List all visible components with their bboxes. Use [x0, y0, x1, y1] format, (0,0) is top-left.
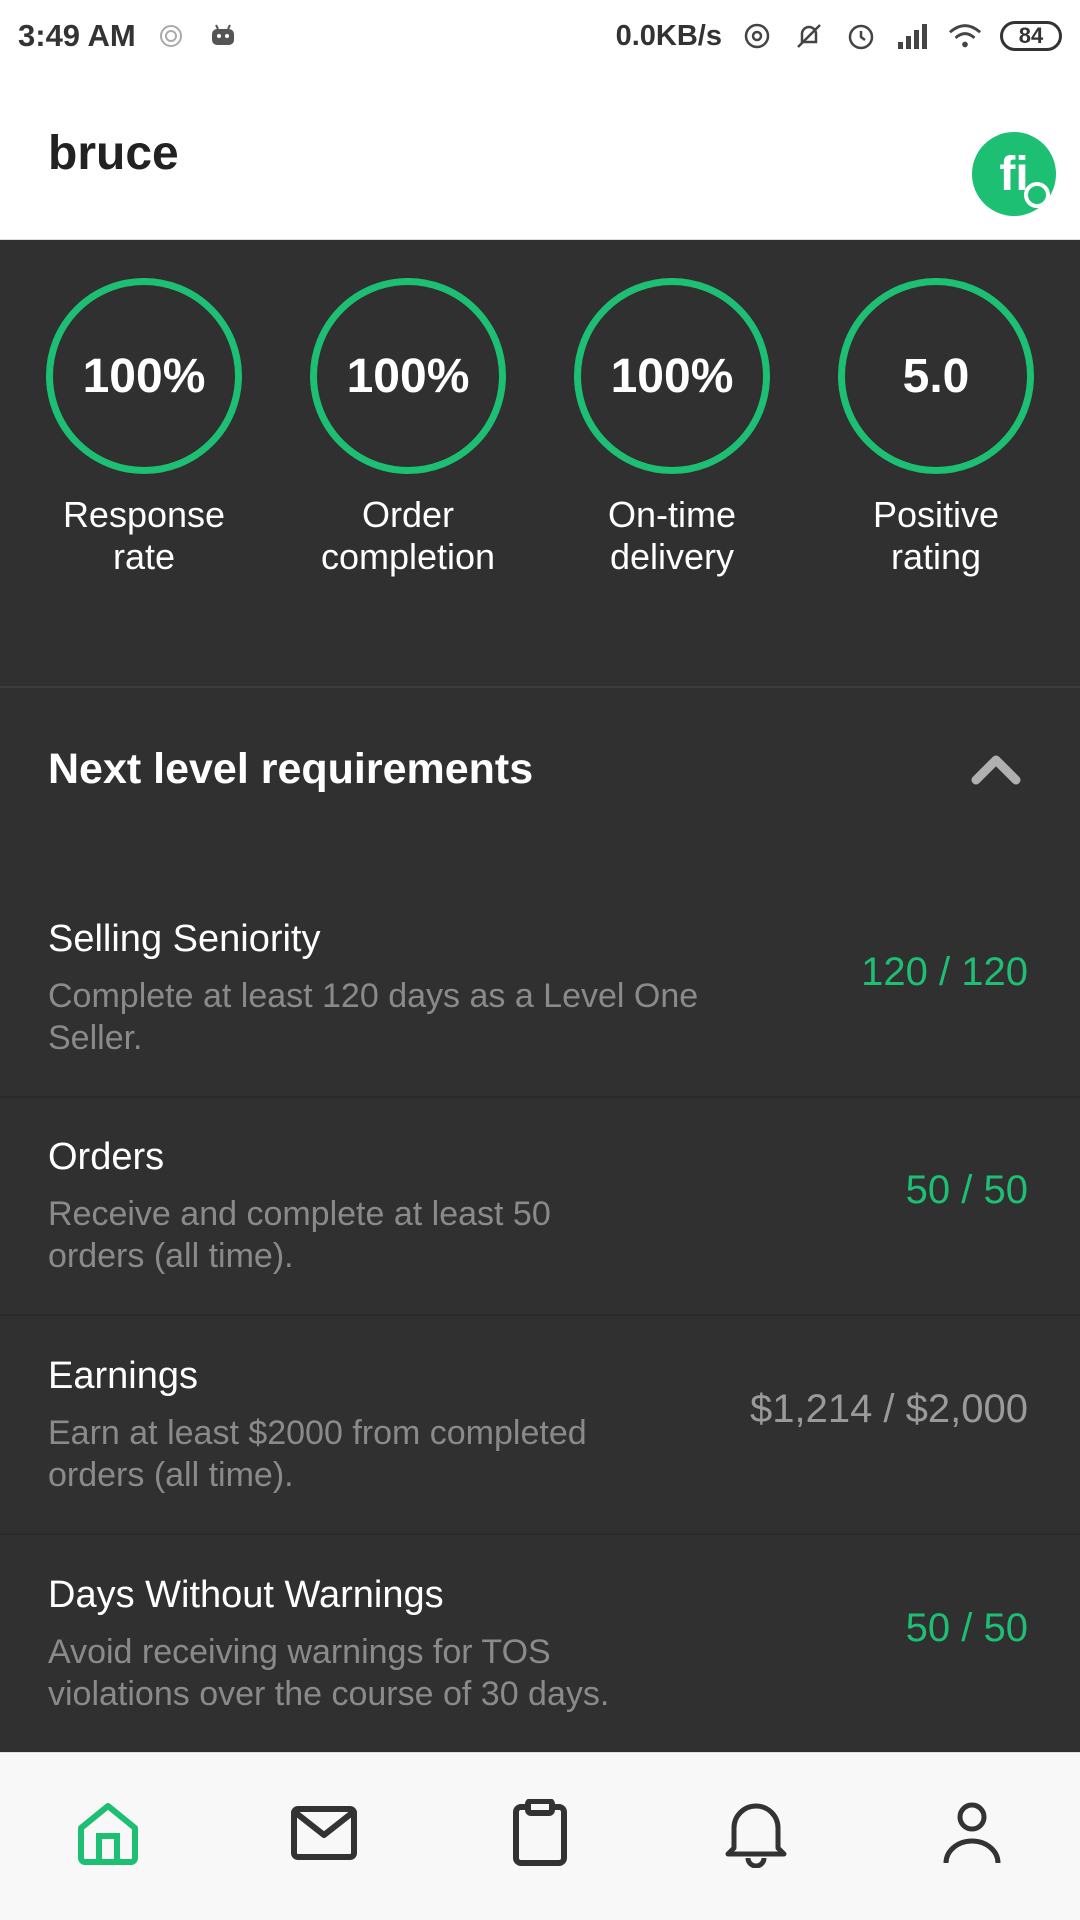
- requirement-days-without-warnings: Days Without Warnings Avoid receiving wa…: [0, 1536, 1080, 1754]
- profile-icon: [942, 1801, 1002, 1870]
- stat-on-time-delivery: 100% On-time delivery: [562, 278, 782, 578]
- requirement-description-line: Earn at least $2000 from completed: [48, 1414, 587, 1452]
- requirement-title: Orders: [48, 1136, 165, 1178]
- stat-label-line: delivery: [609, 536, 735, 577]
- stat-label-line: Positive: [872, 494, 1000, 535]
- alarm-icon: [844, 19, 878, 53]
- inbox-icon: [290, 1805, 358, 1866]
- requirement-description: Receive and complete at least 50 orders …: [48, 1193, 738, 1277]
- requirement-description: Avoid receiving warnings for TOS violati…: [48, 1631, 738, 1715]
- android-icon: [206, 19, 240, 53]
- data-sync-icon: [740, 19, 774, 53]
- main-content: 100% Response rate 100% Order completion…: [0, 240, 1080, 1752]
- next-level-heading: Next level requirements: [48, 745, 534, 793]
- stat-ring: 100%: [46, 278, 242, 474]
- requirement-title: Selling Seniority: [48, 918, 321, 960]
- requirement-progress: 50 / 50: [905, 1168, 1028, 1212]
- chevron-up-icon[interactable]: [970, 748, 1022, 788]
- stat-label-line: completion: [320, 536, 496, 577]
- requirement-description: Earn at least $2000 from completed order…: [48, 1412, 738, 1496]
- battery-icon: 84: [1000, 21, 1062, 51]
- requirement-progress: 120 / 120: [861, 950, 1028, 994]
- stat-label-line: rating: [890, 536, 982, 577]
- bottom-nav: [0, 1752, 1080, 1920]
- stats-section: 100% Response rate 100% Order completion…: [0, 240, 1080, 688]
- wifi-icon: [948, 19, 982, 53]
- requirement-progress: 50 / 50: [905, 1606, 1028, 1650]
- requirement-description-line: Receive and complete at least 50: [48, 1195, 551, 1233]
- signal-icon: [896, 19, 930, 53]
- home-icon: [75, 1800, 141, 1871]
- status-time: 3:49 AM: [18, 18, 136, 53]
- requirement-orders: Orders Receive and complete at least 50 …: [0, 1098, 1080, 1316]
- online-status-dot: [1024, 182, 1050, 208]
- stat-response-rate: 100% Response rate: [34, 278, 254, 578]
- stat-positive-rating: 5.0 Positive rating: [826, 278, 1046, 578]
- stat-label: On-time delivery: [562, 494, 782, 578]
- stat-ring: 100%: [310, 278, 506, 474]
- hotspot-icon: [154, 19, 188, 53]
- requirement-title: Days Without Warnings: [48, 1574, 444, 1616]
- stat-label-line: On-time: [607, 494, 737, 535]
- orders-icon: [512, 1797, 568, 1872]
- nav-notifications[interactable]: [716, 1795, 796, 1875]
- requirement-selling-seniority: Selling Seniority Complete at least 120 …: [0, 880, 1080, 1098]
- stat-label-line: rate: [112, 536, 176, 577]
- status-bar: 3:49 AM 0.0KB/s 84: [0, 0, 1080, 72]
- requirement-description-line: orders (all time).: [48, 1456, 294, 1494]
- nav-profile[interactable]: [932, 1795, 1012, 1875]
- stat-ring: 5.0: [838, 278, 1034, 474]
- mute-icon: [792, 19, 826, 53]
- page-title: bruce: [48, 127, 179, 180]
- requirement-description: Complete at least 120 days as a Level On…: [48, 975, 738, 1059]
- stat-order-completion: 100% Order completion: [298, 278, 518, 578]
- requirement-description-line: Complete at least 120 days as a Level On…: [48, 977, 699, 1015]
- stat-ring: 100%: [574, 278, 770, 474]
- requirement-progress: $1,214 / $2,000: [749, 1387, 1028, 1431]
- requirement-description-line: Avoid receiving warnings for TOS: [48, 1633, 551, 1671]
- nav-orders[interactable]: [500, 1795, 580, 1875]
- requirement-description-line: orders (all time).: [48, 1237, 294, 1275]
- stat-label: Response rate: [34, 494, 254, 578]
- stat-label-line: Response: [62, 494, 226, 535]
- requirement-description-line: violations over the course of 30 days.: [48, 1675, 610, 1713]
- network-speed: 0.0KB/s: [615, 19, 722, 52]
- stat-label: Order completion: [298, 494, 518, 578]
- app-header: bruce fi: [0, 72, 1080, 240]
- notifications-icon: [722, 1798, 790, 1873]
- nav-home[interactable]: [68, 1795, 148, 1875]
- requirement-title: Earnings: [48, 1355, 198, 1397]
- nav-inbox[interactable]: [284, 1795, 364, 1875]
- requirement-description-line: Seller.: [48, 1019, 143, 1057]
- stat-label: Positive rating: [826, 494, 1046, 578]
- stat-label-line: Order: [361, 494, 455, 535]
- requirement-earnings: Earnings Earn at least $2000 from comple…: [0, 1317, 1080, 1535]
